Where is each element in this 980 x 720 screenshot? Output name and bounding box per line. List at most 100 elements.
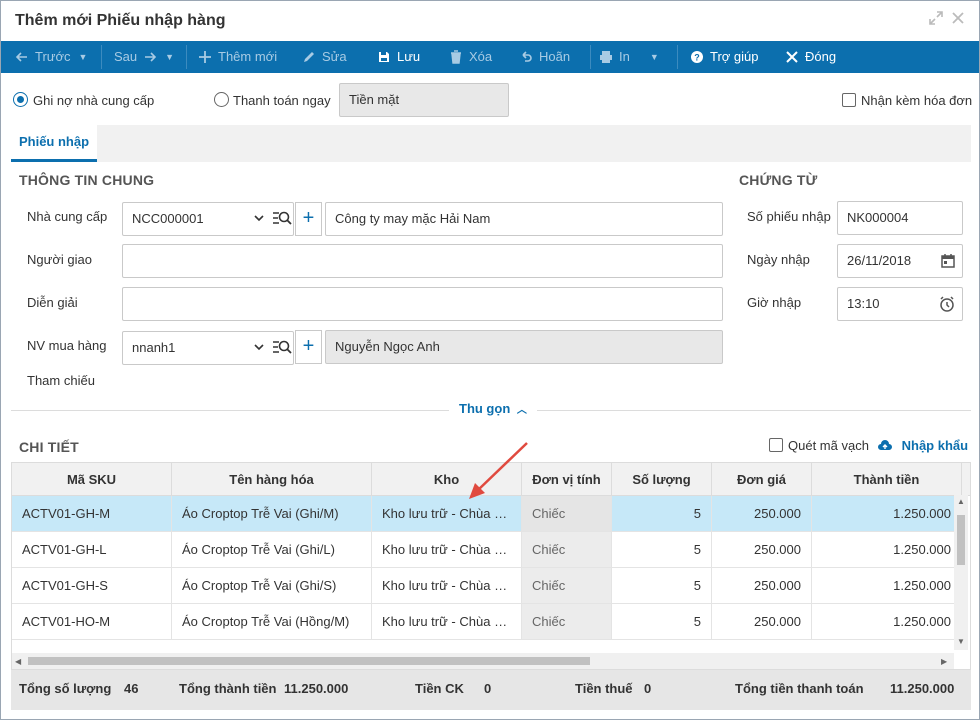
cell-price[interactable]: 250.000 <box>712 496 812 532</box>
total-amount-label: Tổng thành tiền <box>179 681 277 696</box>
col-header-amount[interactable]: Thành tiền <box>812 463 962 496</box>
cell-name[interactable]: Áo Croptop Trễ Vai (Ghi/M) <box>172 496 372 532</box>
cell-name[interactable]: Áo Croptop Trễ Vai (Ghi/S) <box>172 568 372 604</box>
cell-sku[interactable]: ACTV01-GH-L <box>12 532 172 568</box>
scroll-right-icon[interactable]: ▶ <box>941 657 947 666</box>
total-qty-value: 46 <box>124 681 139 696</box>
vertical-scroll-thumb[interactable] <box>957 515 965 565</box>
cell-unit: Chiếc <box>522 532 612 568</box>
add-label: Thêm mới <box>218 49 278 64</box>
collapse-toggle[interactable]: Thu gọn ︿ <box>449 401 537 416</box>
cell-warehouse[interactable]: Kho lưu trữ - Chùa Bộc <box>372 532 522 568</box>
scroll-left-icon[interactable]: ◀ <box>15 657 21 666</box>
deliverer-input[interactable] <box>122 244 723 278</box>
cell-name[interactable]: Áo Croptop Trễ Vai (Hồng/M) <box>172 604 372 640</box>
discount-value: 0 <box>484 681 492 696</box>
scroll-up-icon[interactable]: ▲ <box>957 497 965 506</box>
vertical-scrollbar[interactable]: ▲ ▼ <box>954 495 968 650</box>
horizontal-scrollbar[interactable]: ◀ ▶ <box>12 653 954 669</box>
undo-label: Hoãn <box>539 49 571 64</box>
voucher-number-label: Số phiếu nhập <box>747 209 831 224</box>
save-icon <box>379 52 389 62</box>
arrow-right-icon <box>145 52 157 62</box>
horizontal-scroll-thumb[interactable] <box>28 657 590 665</box>
cell-price[interactable]: 250.000 <box>712 568 812 604</box>
voucher-number-input[interactable]: NK000004 <box>837 201 963 235</box>
cell-sku[interactable]: ACTV01-HO-M <box>12 604 172 640</box>
printer-icon <box>600 51 612 63</box>
undo-icon <box>522 51 532 62</box>
cell-qty[interactable]: 5 <box>612 496 712 532</box>
pay-now-radio[interactable] <box>214 92 229 107</box>
search-list-icon[interactable] <box>272 209 292 229</box>
add-supplier-button[interactable]: + <box>295 202 322 236</box>
barcode-checkbox[interactable] <box>769 438 783 452</box>
close-button[interactable]: Đóng <box>785 41 836 73</box>
chevron-up-icon: ︿ <box>516 405 527 416</box>
delete-button[interactable]: Xóa <box>449 41 492 73</box>
import-button[interactable]: Nhập khẩu <box>877 438 968 453</box>
annotation-arrow-icon <box>469 442 528 499</box>
cell-sku[interactable]: ACTV01-GH-S <box>12 568 172 604</box>
edit-button[interactable]: Sửa <box>302 41 347 73</box>
svg-text:?: ? <box>694 53 700 63</box>
cell-qty[interactable]: 5 <box>612 568 712 604</box>
col-header-qty[interactable]: Số lượng <box>612 463 712 496</box>
next-button[interactable]: Sau ▼ <box>114 41 174 73</box>
reference-label: Tham chiếu <box>27 373 95 388</box>
supplier-label: Nhà cung cấp <box>27 209 108 224</box>
general-heading: THÔNG TIN CHUNG <box>19 172 155 188</box>
clock-icon[interactable] <box>939 296 955 312</box>
cell-amount: 1.250.000 <box>812 568 962 604</box>
delete-label: Xóa <box>469 49 493 64</box>
col-header-spacer <box>962 463 970 496</box>
undo-button[interactable]: Hoãn <box>519 41 570 73</box>
collapse-label: Thu gọn <box>459 401 511 416</box>
dialog-title: Thêm mới Phiếu nhập hàng <box>15 12 226 29</box>
print-button[interactable]: In ▼ <box>599 41 659 73</box>
cell-sku[interactable]: ACTV01-GH-M <box>12 496 172 532</box>
col-header-sku[interactable]: Mã SKU <box>12 463 172 496</box>
table-row-partial <box>12 640 962 654</box>
chevron-down-icon[interactable] <box>252 209 274 229</box>
save-button[interactable]: Lưu <box>377 41 420 73</box>
cell-price[interactable]: 250.000 <box>712 604 812 640</box>
description-input[interactable] <box>122 287 723 321</box>
total-amount-value: 11.250.000 <box>284 681 349 696</box>
prev-button[interactable]: Trước ▼ <box>15 41 87 73</box>
help-label: Trợ giúp <box>710 49 759 64</box>
cell-name[interactable]: Áo Croptop Trễ Vai (Ghi/L) <box>172 532 372 568</box>
tab-receipt[interactable]: Phiếu nhập <box>11 125 97 162</box>
supplier-code-value: NCC000001 <box>132 211 204 226</box>
detail-heading: CHI TIẾT <box>19 439 79 455</box>
save-label: Lưu <box>397 49 421 64</box>
close-icon[interactable] <box>950 11 966 27</box>
search-list-icon[interactable] <box>272 338 292 358</box>
col-header-unit[interactable]: Đơn vị tính <box>522 463 612 496</box>
add-button[interactable]: Thêm mới <box>198 41 277 73</box>
cell-warehouse[interactable]: Kho lưu trữ - Chùa Bộc <box>372 604 522 640</box>
cell-price[interactable]: 250.000 <box>712 532 812 568</box>
edit-label: Sửa <box>322 49 347 64</box>
col-header-name[interactable]: Tên hàng hóa <box>172 463 372 496</box>
add-buyer-button[interactable]: + <box>295 330 322 364</box>
cell-qty[interactable]: 5 <box>612 604 712 640</box>
invoice-checkbox[interactable] <box>842 93 856 107</box>
buyer-name-field: Nguyễn Ngọc Anh <box>325 330 723 364</box>
debt-radio[interactable] <box>13 92 28 107</box>
chevron-down-icon[interactable] <box>252 338 274 358</box>
help-button[interactable]: ? Trợ giúp <box>690 41 759 73</box>
deliverer-label: Người giao <box>27 252 92 267</box>
buyer-label: NV mua hàng <box>27 338 107 353</box>
col-header-price[interactable]: Đơn giá <box>712 463 812 496</box>
calendar-icon[interactable] <box>941 253 955 268</box>
tab-bar: Phiếu nhập <box>11 125 971 162</box>
payment-method-field: Tiền mặt <box>339 83 509 117</box>
cell-qty[interactable]: 5 <box>612 532 712 568</box>
scroll-down-icon[interactable]: ▼ <box>957 637 965 646</box>
maximize-icon[interactable] <box>928 11 944 27</box>
trash-icon <box>451 50 461 64</box>
cell-amount: 1.250.000 <box>812 532 962 568</box>
cell-warehouse[interactable]: Kho lưu trữ - Chùa Bộc <box>372 568 522 604</box>
supplier-name-input[interactable]: Công ty may mặc Hải Nam <box>325 202 723 236</box>
